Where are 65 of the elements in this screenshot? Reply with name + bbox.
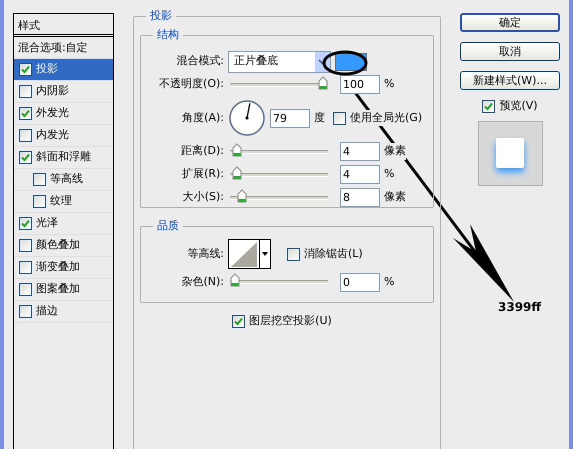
annotation-ellipse [322, 50, 368, 76]
number-field[interactable]: 4 [340, 165, 380, 184]
slider-thumb[interactable] [230, 273, 240, 287]
style-list-item[interactable]: 纹理 [14, 191, 113, 213]
checkbox[interactable] [19, 85, 32, 98]
style-list-item[interactable]: 图案叠加 [14, 279, 113, 301]
style-preview [478, 120, 542, 186]
checkbox[interactable] [19, 63, 32, 76]
dropdown-arrow-icon [259, 240, 270, 268]
checkbox[interactable] [482, 100, 496, 113]
checkbox[interactable] [333, 112, 346, 124]
checkbox[interactable] [33, 173, 46, 186]
checkbox[interactable] [19, 261, 32, 274]
checkbox[interactable] [19, 217, 32, 230]
blend-mode-dropdown[interactable]: 正片叠底 [228, 50, 331, 72]
field-label: 等高线: [186, 246, 224, 262]
field-label: 角度(A): [181, 110, 224, 126]
field-label: 距离(D): [180, 143, 224, 160]
number-field[interactable]: 4 [340, 142, 380, 161]
number-field[interactable]: 79 [270, 108, 310, 128]
number-field[interactable]: 8 [340, 188, 380, 207]
checkbox-label: 使用全局光(G) [350, 110, 422, 126]
field-label: 扩展(R): [181, 166, 224, 182]
checkbox-label: 预览(V) [499, 98, 538, 114]
style-list-item[interactable]: 光泽 [14, 213, 113, 235]
unit-label: % [384, 274, 394, 290]
style-list-item[interactable]: 外发光 [14, 103, 113, 125]
unit-label: 度 [314, 110, 325, 126]
checkbox[interactable] [33, 195, 46, 208]
checkbox[interactable] [19, 239, 32, 252]
slider-thumb[interactable] [237, 188, 248, 202]
field-label: 大小(S): [182, 189, 224, 206]
slider-thumb[interactable] [232, 166, 242, 180]
angle-dial[interactable] [228, 99, 266, 137]
unit-label: 像素 [384, 143, 406, 160]
dialog-button[interactable]: 取消 [460, 42, 560, 61]
checkbox[interactable] [287, 248, 300, 260]
slider-thumb[interactable] [232, 142, 242, 156]
style-list-item[interactable]: 渐变叠加 [14, 257, 113, 279]
checkbox-label: 消除锯齿(L) [304, 246, 363, 262]
slider-thumb[interactable] [318, 76, 328, 90]
dialog-button[interactable]: 新建样式(W)... [460, 71, 560, 90]
checkbox-label: 图层挖空投影(U) [249, 313, 332, 329]
field-label: 杂色(N): [180, 274, 224, 290]
checkbox[interactable] [19, 129, 32, 142]
checkbox[interactable] [19, 283, 32, 296]
contour-picker[interactable] [228, 239, 271, 269]
checkbox[interactable] [19, 107, 32, 120]
style-list-item[interactable]: 斜面和浮雕 [14, 147, 113, 169]
number-field[interactable]: 0 [340, 272, 380, 292]
number-field[interactable]: 100 [340, 75, 380, 94]
style-list-item[interactable]: 等高线 [14, 169, 113, 191]
checkbox[interactable] [19, 305, 32, 318]
style-list-item[interactable]: 颜色叠加 [14, 235, 113, 257]
list-header: 样式 [14, 14, 113, 37]
field-label: 混合模式: [175, 53, 224, 70]
checkbox[interactable] [232, 314, 246, 328]
annotation-text: 3399ff [498, 300, 542, 314]
style-list-item[interactable]: 投影 [14, 59, 113, 81]
style-list-item[interactable]: 内发光 [14, 125, 113, 147]
style-list-item[interactable]: 内阴影 [14, 81, 113, 103]
style-list-item[interactable]: 描边 [14, 301, 113, 323]
dialog-button[interactable]: 确定 [460, 13, 560, 32]
checkbox[interactable] [19, 151, 32, 164]
field-label: 不透明度(O): [158, 76, 224, 92]
